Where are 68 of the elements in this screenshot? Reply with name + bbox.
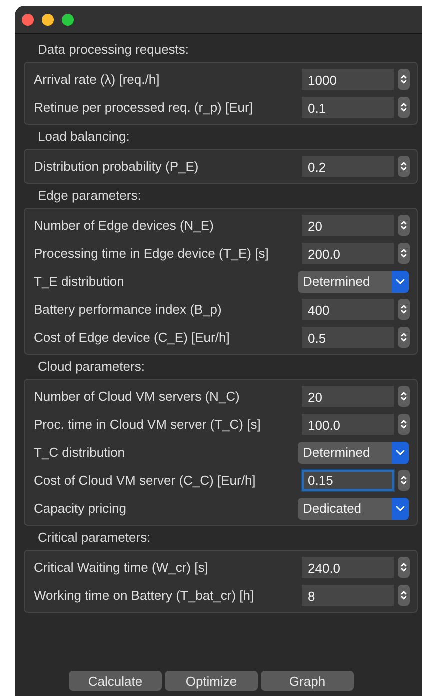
chevron-up-down-icon (401, 332, 407, 343)
push-button[interactable]: Graph (261, 671, 354, 691)
field-label: Arrival rate (λ) [req./h] (34, 72, 161, 87)
input-field[interactable]: 240.0 (302, 557, 394, 578)
stepper-button[interactable] (398, 470, 410, 491)
field-label: Working time on Battery (T_bat_cr) [h] (34, 588, 256, 603)
section-title: Edge parameters: (37, 187, 142, 205)
input-field[interactable]: 0.15 (302, 470, 394, 491)
input-field[interactable]: 20 (302, 215, 394, 236)
stepper-button[interactable] (398, 386, 410, 407)
chevron-up-down-icon (401, 475, 407, 486)
field-label: Proc. time in Cloud VM server (T_C) [s] (34, 417, 262, 432)
input-field[interactable]: 0.5 (302, 327, 394, 348)
field-label: Capacity pricing (34, 501, 128, 516)
stepper-button[interactable] (398, 327, 410, 348)
field-label: T_C distribution (34, 445, 126, 460)
chevron-up-down-icon (401, 248, 407, 259)
field-label: Retinue per processed req. (r_p) [Eur] (34, 100, 254, 115)
stepper-button[interactable] (398, 156, 410, 177)
field-label: Cost of Edge device (C_E) [Eur/h] (34, 330, 231, 345)
chevron-up-down-icon (401, 391, 407, 402)
input-field[interactable]: 400 (302, 299, 394, 320)
chevron-down-icon (396, 278, 405, 284)
stepper-button[interactable] (398, 585, 410, 606)
section-title: Cloud parameters: (37, 358, 146, 376)
section-title: Load balancing: (37, 128, 131, 146)
input-field[interactable]: 200.0 (302, 243, 394, 264)
close-button[interactable] (22, 14, 34, 26)
chevron-down-icon (396, 506, 405, 512)
chevron-up-down-icon (401, 419, 407, 430)
field-label: Number of Edge devices (N_E) (34, 218, 215, 233)
section-title: Critical parameters: (37, 529, 152, 547)
chevron-up-down-icon (401, 304, 407, 315)
stepper-button[interactable] (398, 299, 410, 320)
input-field[interactable]: 0.2 (302, 156, 394, 177)
field-label: Processing time in Edge device (T_E) [s] (34, 246, 270, 261)
stepper-button[interactable] (398, 97, 410, 118)
zoom-button[interactable] (62, 14, 74, 26)
chevron-up-down-icon (401, 562, 407, 573)
stepper-button[interactable] (398, 215, 410, 236)
dropdown[interactable]: Dedicated (298, 498, 409, 520)
field-label: Distribution probability (P_E) (34, 159, 200, 174)
input-field[interactable]: 20 (302, 386, 394, 407)
section-title: Data processing requests: (37, 41, 190, 59)
field-label: T_E distribution (34, 274, 126, 289)
stepper-button[interactable] (398, 69, 410, 90)
stepper-button[interactable] (398, 557, 410, 578)
chevron-up-down-icon (401, 161, 407, 172)
field-label: Number of Cloud VM servers (N_C) (34, 389, 241, 404)
field-label: Critical Waiting time (W_cr) [s] (34, 560, 210, 575)
chevron-down-icon (396, 450, 405, 456)
chevron-up-down-icon (401, 102, 407, 113)
dropdown[interactable]: Determined (298, 270, 409, 292)
push-button[interactable]: Calculate (69, 671, 162, 691)
chevron-up-down-icon (401, 74, 407, 85)
input-field[interactable]: 100.0 (302, 414, 394, 435)
chevron-up-down-icon (401, 220, 407, 231)
field-label: Battery performance index (B_p) (34, 302, 223, 317)
input-field[interactable]: 0.1 (302, 97, 394, 118)
stepper-button[interactable] (398, 414, 410, 435)
minimize-button[interactable] (42, 14, 54, 26)
chevron-up-down-icon (401, 590, 407, 601)
input-field[interactable]: 8 (302, 585, 394, 606)
dropdown[interactable]: Determined (298, 442, 409, 464)
push-button[interactable]: Optimize (165, 671, 258, 691)
field-label: Cost of Cloud VM server (C_C) [Eur/h] (34, 473, 257, 488)
input-field[interactable]: 1000 (302, 69, 394, 90)
stepper-button[interactable] (398, 243, 410, 264)
